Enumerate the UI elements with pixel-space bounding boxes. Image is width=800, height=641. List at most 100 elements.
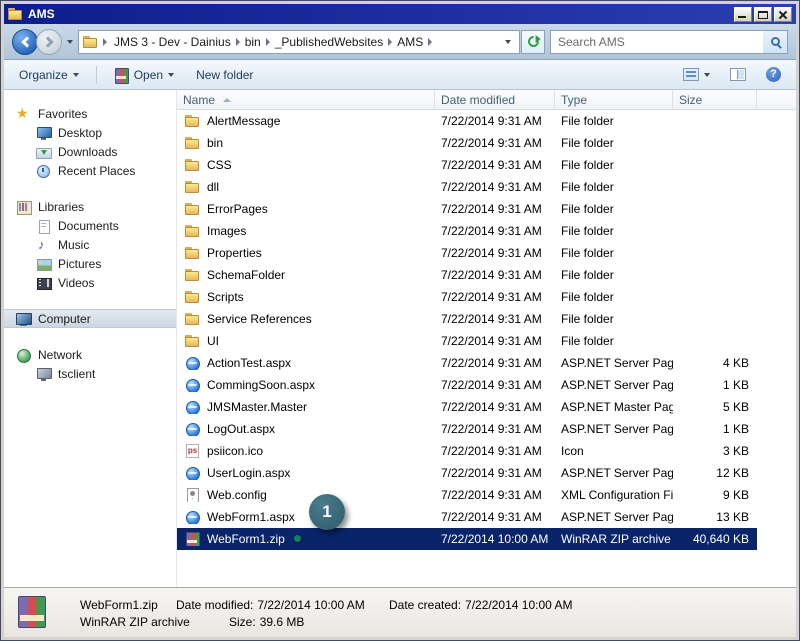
column-header-date-modified[interactable]: Date modified [435, 90, 555, 109]
address-dropdown-icon[interactable] [505, 39, 511, 44]
refresh-icon [525, 33, 541, 50]
sidebar-item-favorites[interactable]: Favorites [4, 104, 176, 123]
file-type: File folder [561, 268, 614, 282]
file-type: File folder [561, 114, 614, 128]
sidebar-item-documents[interactable]: Documents [4, 216, 176, 235]
sidebar-item-recent-places[interactable]: Recent Places [4, 161, 176, 180]
file-row[interactable]: bin 7/22/2014 9:31 AM File folder [177, 132, 757, 154]
breadcrumb-segment-jms-3-dev-dainius[interactable]: JMS 3 - Dev - Dainius [112, 34, 233, 50]
file-name: AlertMessage [207, 114, 281, 128]
file-row[interactable]: CommingSoon.aspx 7/22/2014 9:31 AM ASP.NET… [177, 374, 757, 396]
file-date-modified: 7/22/2014 9:31 AM [441, 158, 542, 172]
help-button[interactable]: ? [761, 64, 786, 85]
breadcrumb-segment-bin[interactable]: bin [243, 34, 263, 50]
search-box[interactable]: Search AMS [550, 29, 788, 54]
file-row[interactable]: AlertMessage 7/22/2014 9:31 AM File folder [177, 110, 757, 132]
folder-icon [185, 136, 200, 150]
titlebar[interactable]: AMS [4, 4, 796, 24]
file-row[interactable]: dll 7/22/2014 9:31 AM File folder [177, 176, 757, 198]
status-bar: WebForm1.zip WinRAR ZIP archive Date mod… [4, 587, 796, 637]
search-button[interactable] [763, 30, 787, 53]
file-date-modified: 7/22/2014 9:31 AM [441, 334, 542, 348]
new-folder-label: New folder [196, 67, 254, 82]
history-dropdown-icon[interactable] [67, 39, 73, 44]
file-row[interactable]: JMSMaster.Master 7/22/2014 9:31 AM ASP.NET… [177, 396, 757, 418]
file-name: CommingSoon.aspx [207, 378, 316, 392]
file-name-cell: ErrorPages [177, 202, 435, 216]
desktop-icon [36, 126, 52, 140]
file-type: ASP.NET Server Page [561, 510, 673, 524]
file-row[interactable]: ActionTest.aspx 7/22/2014 9:31 AM ASP.NET … [177, 352, 757, 374]
forward-arrow-icon [41, 35, 54, 48]
file-name-cell: ActionTest.aspx [177, 356, 435, 370]
refresh-button[interactable] [521, 29, 545, 54]
file-row[interactable]: WebForm1.zip 7/22/2014 10:00 AM WinRAR ZIP… [177, 528, 757, 550]
file-date-modified: 7/22/2014 9:31 AM [441, 510, 542, 524]
file-row[interactable]: UI 7/22/2014 9:31 AM File folder [177, 330, 757, 352]
sidebar-item-pictures[interactable]: Pictures [4, 254, 176, 273]
file-size: 4 KB [722, 356, 749, 370]
file-row[interactable]: UserLogin.aspx 7/22/2014 9:31 AM ASP.NET S… [177, 462, 757, 484]
file-row[interactable]: ErrorPages 7/22/2014 9:31 AM File folder [177, 198, 757, 220]
sidebar-item-downloads[interactable]: Downloads [4, 142, 176, 161]
file-size: 3 KB [722, 444, 749, 458]
column-header-filler [757, 90, 796, 109]
maximize-button[interactable] [754, 6, 772, 22]
sidebar-item-computer[interactable]: Computer [4, 309, 176, 328]
file-name: SchemaFolder [207, 268, 286, 282]
column-header-type[interactable]: Type [555, 90, 673, 109]
file-type: Icon [561, 444, 584, 458]
file-name: UserLogin.aspx [207, 466, 291, 480]
status-date-created-label: Date created: [389, 598, 462, 612]
file-row[interactable]: WebForm1.aspx 7/22/2014 9:31 AM ASP.NET Se… [177, 506, 757, 528]
breadcrumb-segment--publishedwebsites[interactable]: _PublishedWebsites [273, 34, 386, 50]
search-input[interactable]: Search AMS [558, 35, 625, 49]
file-date-modified: 7/22/2014 9:31 AM [441, 202, 542, 216]
column-header-name[interactable]: Name [177, 90, 435, 109]
preview-pane-button[interactable] [725, 65, 751, 84]
forward-button[interactable] [36, 28, 62, 55]
file-row[interactable]: Properties 7/22/2014 9:31 AM File folder [177, 242, 757, 264]
file-size: 1 KB [722, 422, 749, 436]
new-folder-button[interactable]: New folder [191, 65, 258, 85]
minimize-button[interactable] [734, 6, 752, 22]
file-row[interactable]: Service References 7/22/2014 9:31 AM File … [177, 308, 757, 330]
file-name: LogOut.aspx [207, 422, 276, 436]
file-row[interactable]: psiicon.ico 7/22/2014 9:31 AM Icon 3 KB [177, 440, 757, 462]
file-row[interactable]: SchemaFolder 7/22/2014 9:31 AM File folder [177, 264, 757, 286]
winrar-archive-icon [18, 596, 46, 628]
sidebar-item-desktop[interactable]: Desktop [4, 123, 176, 142]
organize-button[interactable]: Organize [14, 65, 84, 85]
address-bar[interactable]: JMS 3 - Dev - Dainius bin _PublishedWebsit… [78, 29, 520, 54]
file-type: ASP.NET Server Page [561, 356, 673, 370]
file-type: ASP.NET Server Page [561, 422, 673, 436]
file-name: psiicon.ico [207, 444, 264, 458]
breadcrumb-segment-ams[interactable]: AMS [395, 34, 425, 50]
sidebar-item-tsclient[interactable]: tsclient [4, 364, 176, 383]
sidebar-item-music[interactable]: Music [4, 235, 176, 254]
back-button[interactable] [12, 28, 38, 55]
sidebar-item-libraries[interactable]: Libraries [4, 197, 176, 216]
sidebar-item-videos[interactable]: Videos [4, 273, 176, 292]
file-row[interactable]: Web.config 7/22/2014 9:31 AM XML Configura… [177, 484, 757, 506]
file-name: CSS [207, 158, 232, 172]
close-button[interactable] [774, 6, 792, 22]
minimize-icon [738, 15, 746, 18]
open-button[interactable]: Open [109, 65, 179, 85]
file-row[interactable]: LogOut.aspx 7/22/2014 9:31 AM ASP.NET Serv… [177, 418, 757, 440]
file-row[interactable]: CSS 7/22/2014 9:31 AM File folder [177, 154, 757, 176]
recent-places-icon [36, 164, 51, 178]
sidebar-item-label: Network [38, 347, 83, 362]
status-date-modified-label: Date modified: [176, 598, 254, 612]
file-row[interactable]: Images 7/22/2014 9:31 AM File folder [177, 220, 757, 242]
ico-icon [185, 444, 200, 458]
file-date-modified: 7/22/2014 9:31 AM [441, 312, 542, 326]
file-size: 12 KB [716, 466, 749, 480]
views-button[interactable] [678, 65, 715, 84]
file-date-modified: 7/22/2014 9:31 AM [441, 356, 542, 370]
folder-icon [185, 290, 200, 304]
file-row[interactable]: Scripts 7/22/2014 9:31 AM File folder [177, 286, 757, 308]
sidebar-item-network[interactable]: Network [4, 345, 176, 364]
file-date-modified: 7/22/2014 9:31 AM [441, 378, 542, 392]
column-header-size[interactable]: Size [673, 90, 757, 109]
